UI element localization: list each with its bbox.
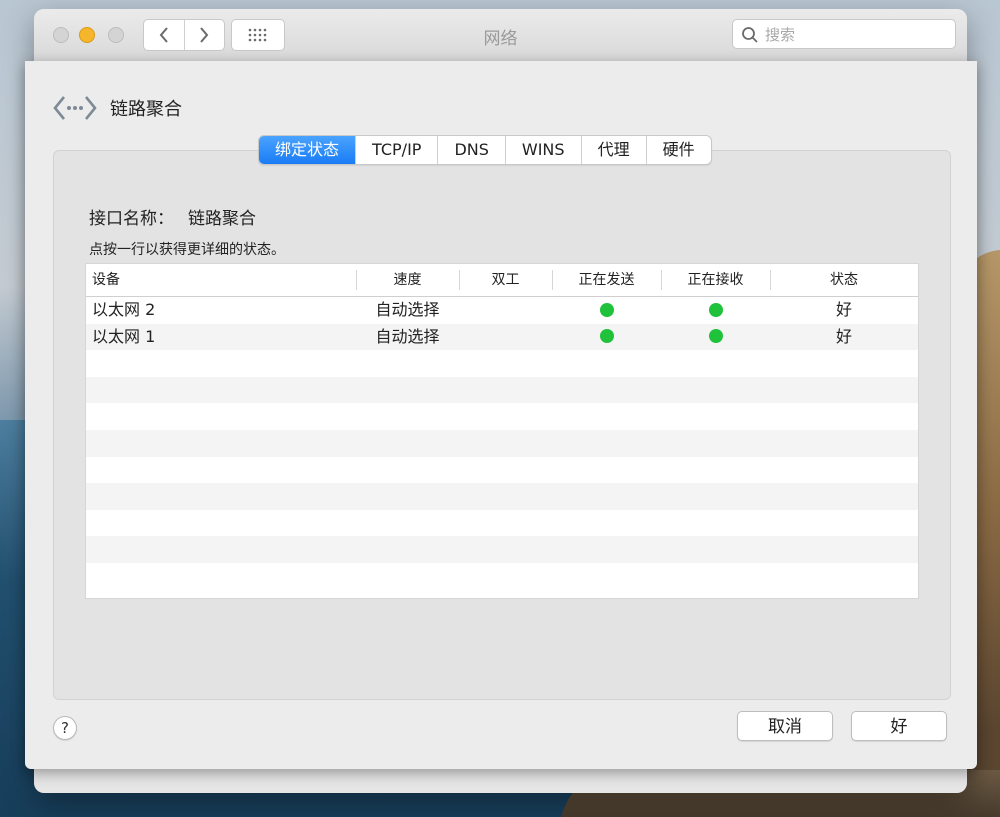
sending-cell: [552, 297, 661, 324]
tab-wins[interactable]: WINS: [504, 136, 581, 164]
column-header-duplex[interactable]: 双工: [459, 264, 552, 296]
device-cell: 以太网 1: [92, 326, 156, 346]
column-header-speed[interactable]: 速度: [356, 264, 459, 296]
empty-row: [86, 562, 918, 590]
table-header: 设备 速度 双工 正在发送 正在接收 状态: [86, 264, 918, 297]
tab-bond-status[interactable]: 绑定状态: [259, 136, 356, 164]
column-header-receiving[interactable]: 正在接收: [661, 264, 770, 296]
bond-status-panel: 接口名称： 链路聚合 点按一行以获得更详细的状态。 设备 速度 双工 正在发送 正…: [53, 150, 951, 700]
column-header-device[interactable]: 设备: [86, 264, 356, 296]
device-status-table: 设备 速度 双工 正在发送 正在接收 状态 以太网 2 自动选择 好 以太网 1: [85, 263, 919, 599]
empty-row: [86, 350, 918, 377]
receiving-status-dot-icon: [708, 302, 723, 317]
tab-bar: 绑定状态 TCP/IP DNS WINS 代理 硬件: [258, 135, 712, 165]
empty-row: [86, 536, 918, 563]
speed-cell: 自动选择: [375, 326, 440, 346]
empty-row: [86, 429, 918, 457]
sheet-title: 链路聚合: [110, 99, 182, 120]
sending-status-dot-icon: [599, 302, 614, 317]
empty-row: [86, 509, 918, 537]
tab-hardware[interactable]: 硬件: [645, 136, 711, 164]
receiving-cell: [661, 324, 770, 351]
sending-cell: [552, 324, 661, 351]
window-titlebar: 网络: [34, 9, 967, 64]
search-field[interactable]: [732, 19, 956, 49]
help-button[interactable]: ?: [53, 716, 77, 740]
receiving-cell: [661, 297, 770, 324]
tab-proxies[interactable]: 代理: [580, 136, 646, 164]
hint-text: 点按一行以获得更详细的状态。: [89, 242, 285, 258]
duplex-cell: [459, 297, 552, 324]
tab-dns[interactable]: DNS: [437, 136, 504, 164]
sheet-header: 链路聚合: [52, 91, 182, 125]
speed-cell: 自动选择: [375, 300, 440, 319]
empty-row: [86, 376, 918, 404]
column-header-sending[interactable]: 正在发送: [552, 264, 661, 296]
interface-name-value: 链路聚合: [188, 209, 256, 229]
empty-row: [86, 456, 918, 484]
empty-row: [86, 483, 918, 510]
device-cell: 以太网 2: [92, 300, 156, 319]
link-aggregation-icon: [53, 96, 97, 120]
table-row[interactable]: 以太网 1 自动选择 好: [86, 323, 918, 351]
sending-status-dot-icon: [599, 329, 614, 344]
search-input[interactable]: [763, 24, 947, 46]
column-header-status[interactable]: 状态: [770, 264, 918, 296]
interface-name: 接口名称： 链路聚合: [89, 204, 256, 229]
duplex-cell: [459, 324, 552, 351]
status-cell: 好: [835, 300, 852, 319]
ok-button[interactable]: 好: [851, 711, 947, 741]
table-body: 以太网 2 自动选择 好 以太网 1 自动选择 好: [86, 297, 918, 590]
table-row[interactable]: 以太网 2 自动选择 好: [86, 297, 918, 324]
interface-name-label: 接口名称：: [89, 209, 174, 229]
link-aggregation-sheet: 链路聚合 绑定状态 TCP/IP DNS WINS 代理 硬件 接口名称： 链路聚…: [25, 61, 977, 769]
empty-row: [86, 403, 918, 430]
status-cell: 好: [835, 326, 852, 346]
cancel-button[interactable]: 取消: [737, 711, 833, 741]
search-icon: [742, 27, 758, 43]
receiving-status-dot-icon: [708, 329, 723, 344]
tab-tcpip[interactable]: TCP/IP: [355, 136, 437, 164]
